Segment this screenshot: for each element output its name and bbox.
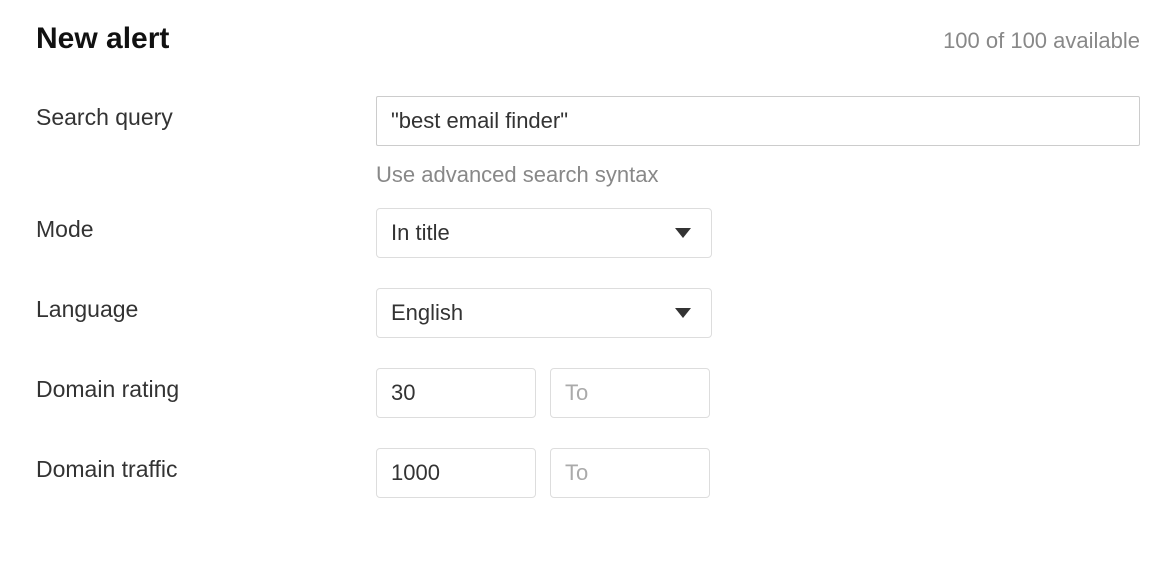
domain-rating-to-input[interactable] — [550, 368, 710, 418]
language-select[interactable]: English — [376, 288, 712, 338]
chevron-down-icon — [675, 228, 691, 238]
domain-rating-label: Domain rating — [36, 368, 376, 403]
language-selected-value: English — [391, 300, 675, 326]
domain-traffic-label: Domain traffic — [36, 448, 376, 483]
search-query-input[interactable] — [376, 96, 1140, 146]
domain-traffic-to-input[interactable] — [550, 448, 710, 498]
mode-selected-value: In title — [391, 220, 675, 246]
mode-select[interactable]: In title — [376, 208, 712, 258]
search-query-help: Use advanced search syntax — [376, 162, 1140, 188]
chevron-down-icon — [675, 308, 691, 318]
page-title: New alert — [36, 22, 169, 56]
domain-traffic-from-input[interactable] — [376, 448, 536, 498]
domain-rating-from-input[interactable] — [376, 368, 536, 418]
alerts-remaining-counter: 100 of 100 available — [943, 28, 1140, 54]
mode-label: Mode — [36, 208, 376, 243]
search-query-label: Search query — [36, 96, 376, 131]
language-label: Language — [36, 288, 376, 323]
